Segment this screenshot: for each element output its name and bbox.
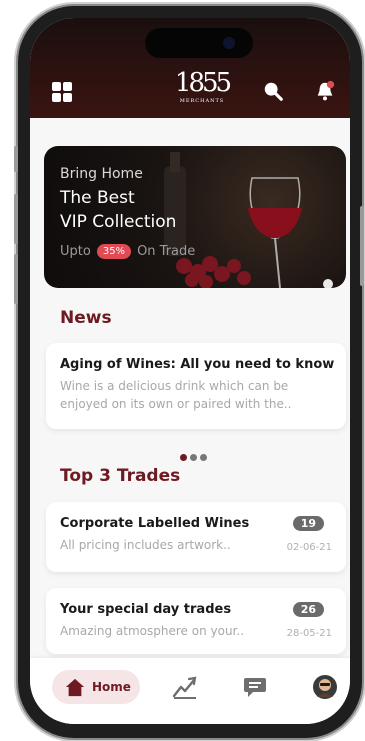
trade-count-badge: 19 <box>292 516 324 531</box>
banner-line-3: VIP Collection <box>60 212 177 232</box>
banner-offer: Upto 35% On Trade <box>60 244 195 259</box>
trades-section-title: Top 3 Trades <box>60 466 181 486</box>
top-bar: 1855 MERCHANTS <box>30 18 350 118</box>
promo-banner[interactable]: Bring Home The Best VIP Collection Upto … <box>44 146 346 288</box>
trade-date: 28-05-21 <box>286 628 332 639</box>
logo-number: 1855 <box>174 68 232 98</box>
tab-home[interactable]: Home <box>52 670 140 704</box>
avatar[interactable] <box>312 674 338 700</box>
app-logo: 1855 MERCHANTS <box>172 68 232 108</box>
main-content: Bring Home The Best VIP Collection Upto … <box>30 118 350 658</box>
trade-card-title: Your special day trades <box>60 602 232 617</box>
news-card-title: Aging of Wines: All you need to know <box>60 357 335 372</box>
news-section-title: News <box>60 308 112 328</box>
carousel-indicator[interactable] <box>180 454 207 461</box>
banner-upto: Upto <box>60 244 91 259</box>
trade-card[interactable]: Corporate Labelled Wines All pricing inc… <box>46 502 346 572</box>
notification-dot <box>326 80 335 89</box>
banner-line-2: The Best <box>60 188 135 208</box>
trade-card-desc: All pricing includes artwork.. <box>60 538 231 552</box>
carousel-dot[interactable] <box>180 454 187 461</box>
carousel-dot[interactable] <box>190 454 197 461</box>
trade-date: 02-06-21 <box>286 542 332 553</box>
logo-subtitle: MERCHANTS <box>179 98 225 104</box>
volume-down-button <box>14 254 18 304</box>
tab-home-label: Home <box>92 680 131 694</box>
power-button <box>360 206 364 286</box>
trade-count-badge: 26 <box>292 602 324 617</box>
banner-on-trade: On Trade <box>137 244 196 259</box>
search-icon[interactable] <box>262 80 284 102</box>
news-card-desc-1: Wine is a delicious drink which can be <box>60 379 289 393</box>
volume-up-button <box>14 194 18 244</box>
trade-chart-icon[interactable] <box>172 674 198 700</box>
carousel-dot[interactable] <box>200 454 207 461</box>
trade-card-title: Corporate Labelled Wines <box>60 516 250 531</box>
news-card[interactable]: Aging of Wines: All you need to know Win… <box>46 343 346 429</box>
bottom-tab-bar: Home <box>30 658 350 724</box>
grid-menu-icon[interactable] <box>52 82 72 102</box>
trade-card-desc: Amazing atmosphere on your.. <box>60 624 245 638</box>
bell-icon[interactable] <box>314 80 336 102</box>
dynamic-island <box>145 28 253 58</box>
trade-card[interactable]: Your special day trades Amazing atmosphe… <box>46 588 346 654</box>
chat-icon[interactable] <box>242 674 268 700</box>
news-card-desc-2: enjoyed on its own or paired with the.. <box>60 397 292 411</box>
banner-line-1: Bring Home <box>60 166 143 182</box>
mute-switch <box>14 146 18 172</box>
home-icon <box>65 678 85 697</box>
app-screen: 1855 MERCHANTS Bring Home The Best VIP C… <box>30 18 350 724</box>
discount-badge: 35% <box>96 244 132 259</box>
